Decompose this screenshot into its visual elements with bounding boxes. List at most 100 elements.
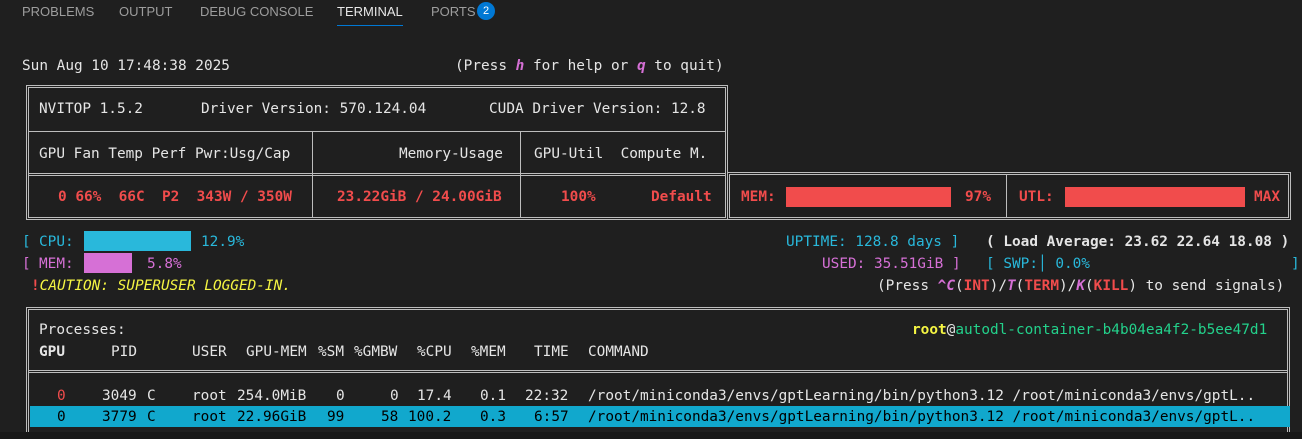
cuda-version: CUDA Driver Version: 12.8	[489, 101, 706, 117]
cell-mem: 0.1	[480, 388, 506, 404]
cell-cpu: 17.4	[417, 388, 452, 404]
cell-gpu: 0	[57, 409, 66, 425]
load-average-text: Load Average: 23.62 22.64 18.08	[1003, 234, 1272, 250]
swap-bracket-right: ]	[1291, 256, 1300, 272]
col-sm: %SM	[318, 344, 344, 360]
nvitop-version: NVITOP 1.5.2	[39, 101, 143, 117]
clock-text: Sun Aug 10 17:48:38 2025	[22, 58, 230, 74]
signals-key-c: ^C	[937, 278, 955, 294]
gpu-utl-value: MAX	[1254, 189, 1280, 205]
tab-ports[interactable]: PORTS	[431, 3, 476, 25]
host-mem-percent: 5.8%	[147, 256, 182, 272]
cell-cpu: 100.2	[408, 409, 452, 425]
tab-output[interactable]: OUTPUT	[119, 3, 172, 25]
table-divider	[29, 370, 1287, 373]
signals-kill: KILL	[1093, 278, 1129, 294]
cell-gpu-mem: 254.0MiB	[237, 388, 307, 404]
col-gmbw: %GMBW	[354, 344, 398, 360]
gpu-stats: 0 66% 66C P2 343W / 350W	[58, 189, 292, 205]
swap-value: 0.0%	[1055, 256, 1090, 272]
help-hint: (Press h for help or q to quit)	[455, 57, 724, 76]
gpu-util: 100%	[561, 189, 596, 205]
col-mem: %MEM	[471, 344, 506, 360]
cell-user: root	[192, 409, 227, 425]
cell-time: 22:32	[525, 388, 569, 404]
col-command: COMMAND	[588, 344, 649, 360]
signals-hint: (Press ^C(INT)/T(TERM)/K(KILL) to send s…	[877, 278, 1285, 294]
signals-int: INT	[963, 278, 990, 294]
caution-text: CAUTION: SUPERUSER LOGGED-IN.	[39, 278, 291, 294]
table-divider	[520, 131, 521, 217]
caution-bang: !	[31, 278, 40, 294]
process-user: root	[912, 322, 947, 338]
caution-line: !CAUTION: SUPERUSER LOGGED-IN.	[31, 277, 291, 296]
status-bar	[0, 432, 1302, 439]
panel-tab-bar: PROBLEMS OUTPUT DEBUG CONSOLE TERMINAL P…	[0, 0, 1302, 30]
gpu-memory-usage: 23.22GiB / 24.00GiB	[337, 189, 502, 205]
cell-gmbw: 58	[381, 409, 399, 425]
table-divider	[29, 131, 725, 132]
signals-term: TERM	[1024, 278, 1059, 294]
cell-sm: 0	[336, 388, 345, 404]
cell-type: C	[147, 388, 156, 404]
cpu-bar	[84, 231, 191, 251]
tab-problems[interactable]: PROBLEMS	[22, 3, 94, 25]
load-average: ( Load Average: 23.62 22.64 18.08 )	[986, 234, 1290, 250]
mem-bracket-left: [	[22, 256, 31, 272]
table-divider	[1006, 175, 1007, 217]
cell-time: 6:57	[534, 409, 569, 425]
table-divider	[312, 131, 313, 217]
driver-version: Driver Version: 570.124.04	[201, 101, 427, 117]
processes-title: Processes:	[39, 322, 126, 338]
process-host: autodl-container-b4b04ea4f2-b5ee47d1	[955, 322, 1268, 338]
swap-label: SWP:	[1003, 256, 1038, 272]
cell-user: root	[192, 388, 227, 404]
cell-mem: 0.3	[480, 409, 506, 425]
gpu-compute-mode: Default	[651, 189, 712, 205]
help-to-quit: to quit)	[645, 58, 724, 74]
cell-pid: 3049	[102, 388, 137, 404]
col-gpu-mem: GPU-MEM	[246, 344, 307, 360]
uptime: UPTIME: 128.8 days ]	[786, 234, 960, 250]
gpu-utl-bar	[1065, 187, 1245, 207]
cell-command: /root/miniconda3/envs/gptLearning/bin/py…	[588, 409, 1256, 425]
cell-gmbw: 0	[390, 388, 399, 404]
user-host: root@autodl-container-b4b04ea4f2-b5ee47d…	[912, 322, 1268, 338]
table-divider	[29, 173, 725, 176]
ports-count-badge: 2	[477, 2, 495, 20]
swap: [ SWP:│ 0.0%	[986, 256, 1090, 272]
help-press: (Press	[455, 58, 516, 74]
gpu-utl-label: UTL:	[1019, 189, 1054, 205]
help-for-help: for help or	[524, 58, 637, 74]
host-mem-label: MEM:	[39, 256, 74, 272]
cell-pid: 3779	[102, 409, 137, 425]
used-memory: USED: 35.51GiB ]	[822, 256, 961, 272]
signals-press: (Press	[877, 278, 938, 294]
col-cpu: %CPU	[417, 344, 452, 360]
gpu-mem-percent: 97%	[965, 189, 991, 205]
cpu-percent: 12.9%	[201, 234, 245, 250]
cell-sm: 99	[327, 409, 345, 425]
cpu-bracket-left: [	[22, 234, 31, 250]
tab-terminal[interactable]: TERMINAL	[337, 3, 403, 26]
gpu-mem-bar	[786, 187, 951, 207]
cell-type: C	[147, 409, 156, 425]
host-mem-bar	[84, 253, 132, 273]
cell-command: /root/miniconda3/envs/gptLearning/bin/py…	[588, 388, 1256, 404]
header-memory-usage: Memory-Usage	[399, 146, 503, 162]
cell-gpu-mem: 22.96GiB	[237, 409, 307, 425]
cpu-label: CPU:	[39, 234, 74, 250]
help-key-q: q	[636, 58, 646, 74]
col-gpu: GPU	[39, 344, 65, 360]
col-user: USER	[192, 344, 227, 360]
col-time: TIME	[534, 344, 569, 360]
uptime-text: UPTIME: 128.8 days	[786, 234, 942, 250]
signals-key-t: T	[1006, 278, 1016, 294]
used-memory-text: USED: 35.51GiB	[822, 256, 944, 272]
signals-end: to send signals)	[1136, 278, 1285, 294]
signals-key-k: K	[1076, 278, 1085, 294]
header-gpu-columns: GPU Fan Temp Perf Pwr:Usg/Cap	[39, 146, 291, 162]
col-pid: PID	[111, 344, 137, 360]
header-util-compute: GPU-Util Compute M.	[534, 146, 708, 162]
tab-debug-console[interactable]: DEBUG CONSOLE	[200, 3, 313, 25]
